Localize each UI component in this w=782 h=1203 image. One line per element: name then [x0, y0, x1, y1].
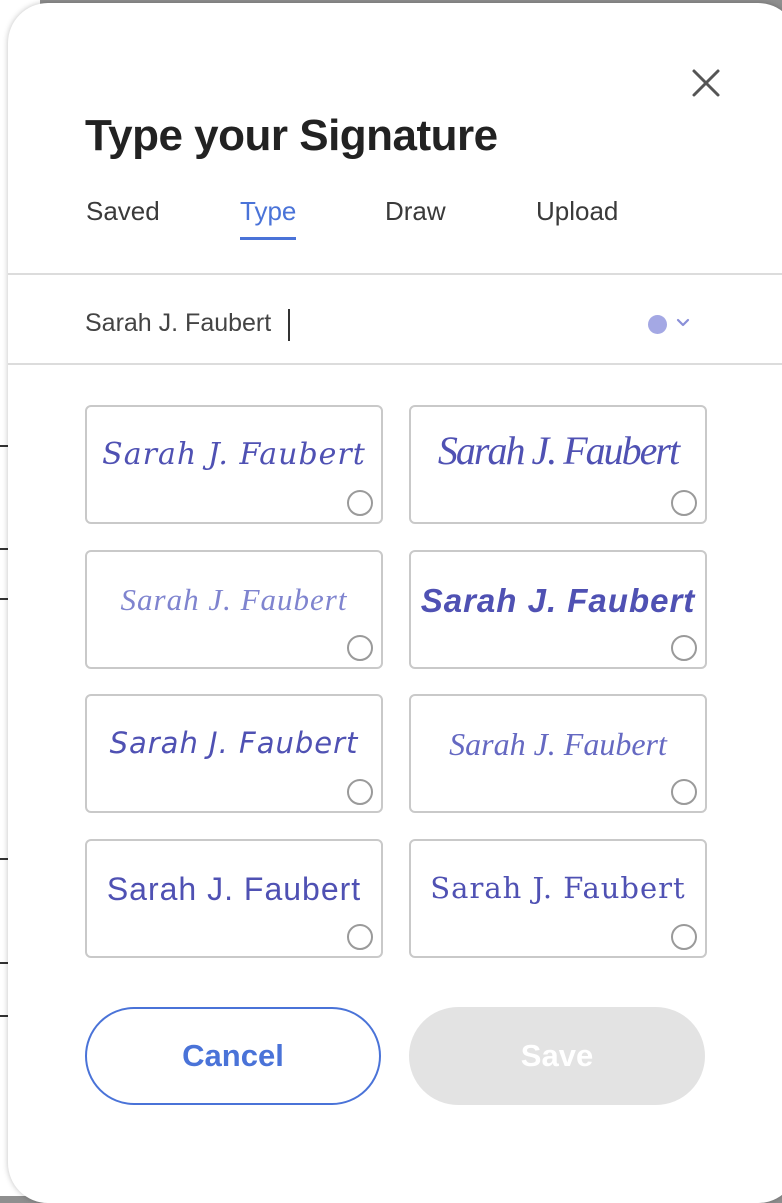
save-button[interactable]: Save	[409, 1007, 705, 1105]
signature-radio[interactable]	[347, 490, 373, 516]
signature-option[interactable]: Sarah J. Faubert	[409, 550, 707, 669]
close-button[interactable]	[688, 65, 724, 101]
signature-preview: Sarah J. Faubert	[109, 726, 359, 760]
signature-preview: Sarah J. Faubert	[430, 871, 686, 905]
divider	[8, 363, 782, 365]
signature-preview: Sarah J. Faubert	[420, 582, 696, 619]
signature-option[interactable]: Sarah J. Faubert	[85, 694, 383, 813]
signature-preview: Sarah J. Faubert	[449, 726, 667, 762]
cancel-button[interactable]: Cancel	[85, 1007, 381, 1105]
tab-saved[interactable]: Saved	[86, 191, 160, 237]
close-icon	[692, 69, 720, 97]
signature-preview: Sarah J. Faubert	[102, 437, 366, 472]
signature-radio[interactable]	[671, 490, 697, 516]
signature-dialog: Type your Signature Saved Type Draw Uplo…	[8, 3, 782, 1203]
divider	[8, 273, 782, 275]
signature-option[interactable]: Sarah J. Faubert	[85, 839, 383, 958]
tab-bar: Saved Type Draw Upload	[8, 191, 782, 243]
signature-preview: Sarah J. Faubert	[106, 871, 362, 907]
color-picker[interactable]	[644, 308, 698, 338]
signature-option[interactable]: Sarah J. Faubert	[85, 550, 383, 669]
color-swatch	[648, 315, 667, 334]
signature-radio[interactable]	[347, 635, 373, 661]
signature-option[interactable]: Sarah J. Faubert	[85, 405, 383, 524]
text-caret	[288, 309, 290, 341]
signature-radio[interactable]	[671, 779, 697, 805]
tab-type[interactable]: Type	[240, 191, 297, 240]
signature-option[interactable]: Sarah J. Faubert	[409, 694, 707, 813]
signature-preview: Sarah J. Faubert	[120, 582, 348, 617]
signature-radio[interactable]	[347, 924, 373, 950]
tab-upload[interactable]: Upload	[536, 191, 618, 237]
chevron-down-icon	[676, 318, 690, 327]
signature-radio[interactable]	[671, 635, 697, 661]
signature-radio[interactable]	[671, 924, 697, 950]
signature-radio[interactable]	[347, 779, 373, 805]
signature-preview: Sarah J. Faubert	[437, 428, 680, 473]
dialog-title: Type your Signature	[85, 111, 498, 160]
signature-option[interactable]: Sarah J. Faubert	[409, 405, 707, 524]
signature-name-input[interactable]	[85, 300, 605, 346]
signature-option[interactable]: Sarah J. Faubert	[409, 839, 707, 958]
tab-draw[interactable]: Draw	[385, 191, 446, 237]
